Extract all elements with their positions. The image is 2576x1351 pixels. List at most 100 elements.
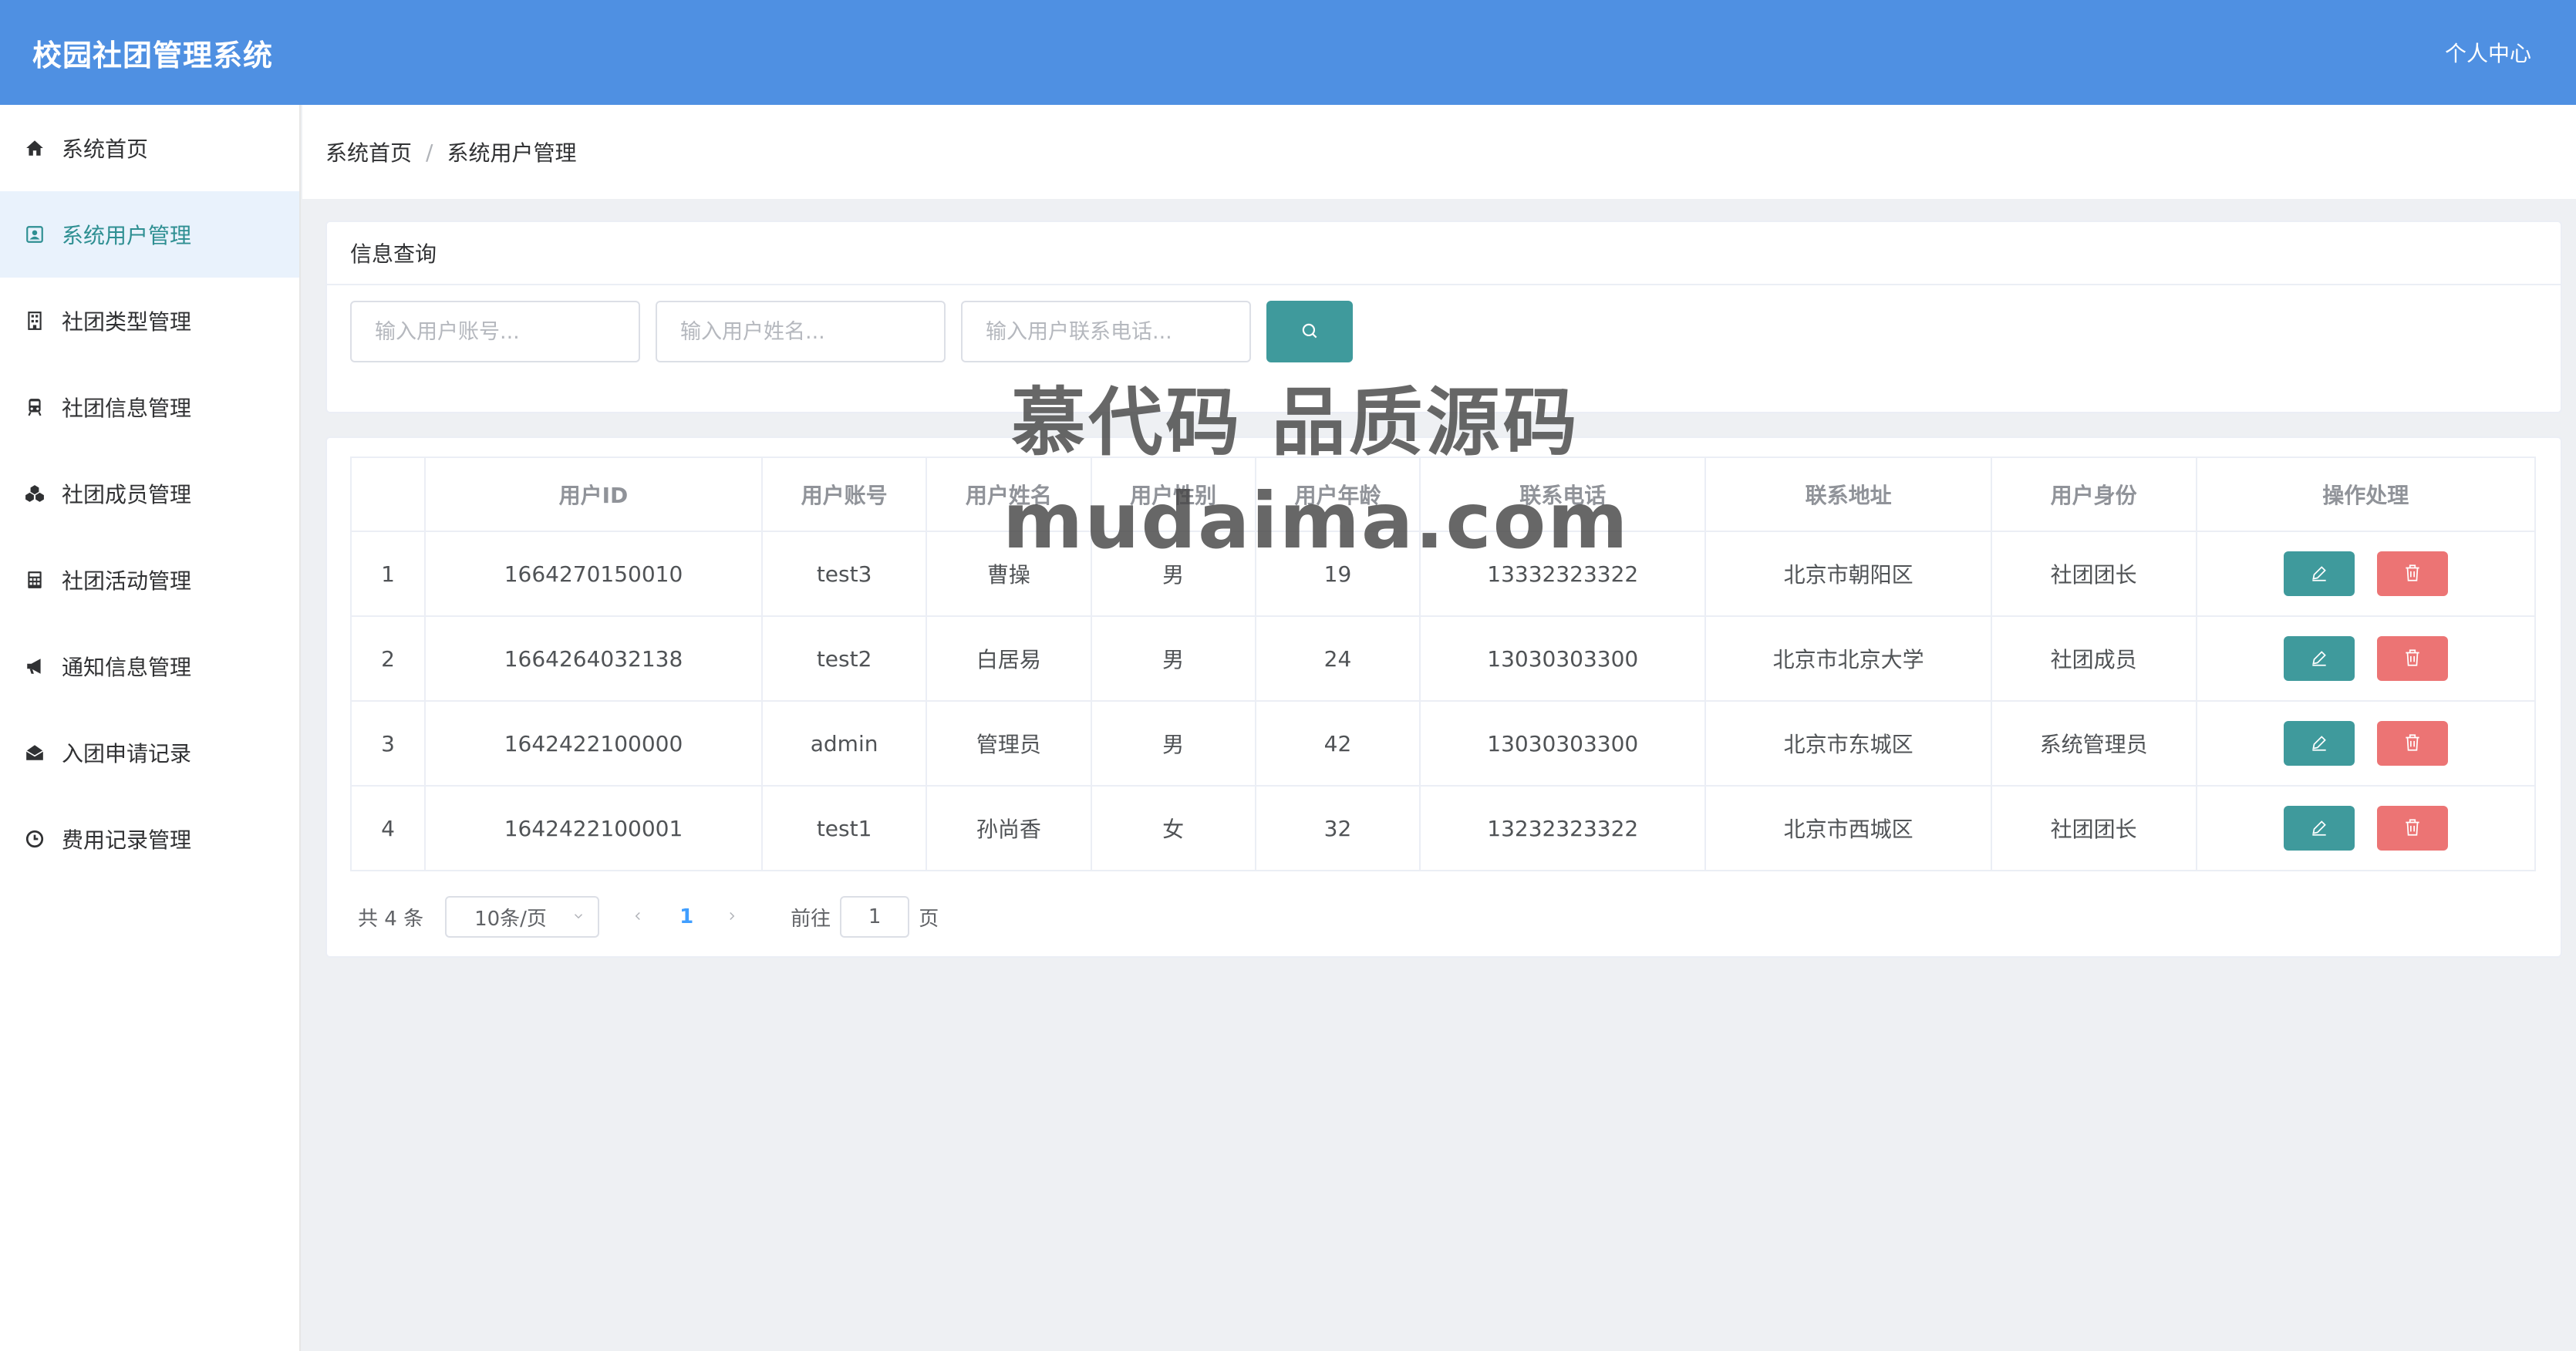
edit-icon [2309,563,2329,585]
bullhorn-icon [23,655,46,678]
page-size-value: 10条/页 [474,907,547,931]
sidebar-item-label: 系统首页 [62,136,149,162]
search-button[interactable] [1266,301,1353,362]
trash-icon [2402,817,2423,840]
trash-icon [2402,733,2423,755]
cubes-icon [23,482,46,505]
goto-page-input[interactable] [840,896,910,938]
cell-role: 系统管理员 [1990,700,2197,787]
column-header-name: 用户姓名 [926,457,1092,532]
edit-button[interactable] [2283,721,2355,766]
sidebar-item-label: 社团活动管理 [62,568,192,594]
building-icon [23,309,46,332]
breadcrumb-home[interactable]: 系统首页 [325,136,412,167]
cell-user-id: 1642422100001 [424,785,763,871]
delete-button[interactable] [2376,806,2448,851]
cell-age: 19 [1254,531,1421,617]
cell-gender: 女 [1090,785,1256,871]
cell-name: 曹操 [926,531,1092,617]
sidebar-item-join-requests[interactable]: 入团申请记录 [0,709,299,796]
cell-name: 管理员 [926,700,1092,787]
page-size-select[interactable]: 10条/页 [445,896,600,938]
table-row: 4 1642422100001 test1 孙尚香 女 32 132323233… [350,785,2536,871]
cell-phone: 13232323322 [1419,785,1707,871]
cell-name: 孙尚香 [926,785,1092,871]
edit-button[interactable] [2283,636,2355,681]
cell-phone: 13030303300 [1419,700,1707,787]
cell-age: 42 [1254,700,1421,787]
cell-index: 1 [350,531,426,617]
cell-role: 社团成员 [1990,615,2197,702]
column-header-actions: 操作处理 [2195,457,2536,532]
app-title: 校园社团管理系统 [32,38,274,72]
train-icon [23,396,46,419]
column-header-age: 用户年龄 [1254,457,1421,532]
table-header-row: 用户ID 用户账号 用户姓名 用户性别 用户年龄 联系电话 联系地址 用户身份 … [350,457,2536,532]
table-row: 3 1642422100000 admin 管理员 男 42 130303033… [350,700,2536,787]
delete-button[interactable] [2376,721,2448,766]
delete-button[interactable] [2376,636,2448,681]
envelope-open-icon [23,741,46,764]
sidebar-item-club-members[interactable]: 社团成员管理 [0,450,299,537]
cell-actions [2195,785,2536,871]
sidebar-item-club-info[interactable]: 社团信息管理 [0,364,299,450]
sidebar-item-notices[interactable]: 通知信息管理 [0,623,299,709]
cell-address: 北京市西城区 [1704,785,1992,871]
delete-button[interactable] [2376,551,2448,596]
sidebar-item-label: 系统用户管理 [62,223,192,248]
sidebar-item-label: 社团类型管理 [62,309,192,335]
next-page-icon[interactable] [716,905,747,928]
cell-actions [2195,615,2536,702]
sidebar-item-club-types[interactable]: 社团类型管理 [0,278,299,364]
table-row: 1 1664270150010 test3 曹操 男 19 1333232332… [350,531,2536,617]
edit-icon [2309,733,2329,755]
cell-age: 24 [1254,615,1421,702]
column-header-gender: 用户性别 [1090,457,1256,532]
cell-gender: 男 [1090,531,1256,617]
edit-button[interactable] [2283,806,2355,851]
goto-label: 前往 [791,907,831,931]
edit-button[interactable] [2283,551,2355,596]
cell-account: test3 [760,531,928,617]
query-card: 信息查询 [325,221,2562,413]
cell-index: 3 [350,700,426,787]
sidebar-item-home[interactable]: 系统首页 [0,105,299,191]
calculator-icon [23,568,46,591]
cell-phone: 13332323322 [1419,531,1707,617]
profile-link[interactable]: 个人中心 [2445,37,2531,68]
sidebar-item-club-activities[interactable]: 社团活动管理 [0,537,299,623]
phone-search-input[interactable] [961,301,1251,362]
cell-phone: 13030303300 [1419,615,1707,702]
chevron-down-icon [572,905,585,928]
pagination: 共 4 条 10条/页 1 前往 页 [358,896,939,938]
breadcrumb-current: 系统用户管理 [447,140,577,166]
query-form [327,285,2561,378]
cell-user-id: 1664270150010 [424,531,763,617]
table-card: 用户ID 用户账号 用户姓名 用户性别 用户年龄 联系电话 联系地址 用户身份 … [325,436,2562,958]
account-search-input[interactable] [350,301,640,362]
table-row: 2 1664264032138 test2 白居易 男 24 130303033… [350,615,2536,702]
cell-age: 32 [1254,785,1421,871]
trash-icon [2402,563,2423,585]
sidebar-item-user-management[interactable]: 系统用户管理 [0,191,299,278]
home-icon [23,136,46,160]
cell-actions [2195,531,2536,617]
page-number-current[interactable]: 1 [679,905,693,928]
cell-address: 北京市北京大学 [1704,615,1992,702]
users-table: 用户ID 用户账号 用户姓名 用户性别 用户年龄 联系电话 联系地址 用户身份 … [350,457,2536,871]
sidebar: 系统首页 系统用户管理 社团类型管理 社团信息管理 社团成员管理 社团活动管理 [0,105,301,1351]
top-header: 校园社团管理系统 个人中心 [0,0,2576,105]
cell-index: 2 [350,615,426,702]
column-header-user-id: 用户ID [424,457,763,532]
cell-gender: 男 [1090,700,1256,787]
cell-account: admin [760,700,928,787]
cell-role: 社团团长 [1990,785,2197,871]
sidebar-item-fees[interactable]: 费用记录管理 [0,796,299,882]
prev-page-icon[interactable] [622,905,653,928]
trash-icon [2402,648,2423,670]
sidebar-item-label: 通知信息管理 [62,655,192,680]
column-header-role: 用户身份 [1990,457,2197,532]
breadcrumb: 系统首页 / 系统用户管理 [302,105,2576,199]
cell-name: 白居易 [926,615,1092,702]
name-search-input[interactable] [656,301,946,362]
